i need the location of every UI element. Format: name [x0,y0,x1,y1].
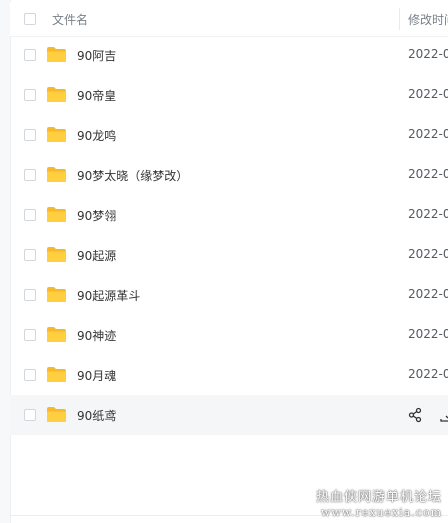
folder-icon [47,207,66,222]
file-name[interactable]: 90梦太晓（缘梦改） [77,167,188,184]
file-modified: 2022-0 [408,47,448,61]
file-name[interactable]: 90神迹 [77,327,116,344]
file-name[interactable]: 90梦翎 [77,207,116,224]
watermark: 热血侠网游单机论坛 www.rexuexia.com [316,486,442,519]
folder-icon [47,87,66,102]
file-row[interactable]: 90帝皇 2022-0 [10,75,448,115]
file-name[interactable]: 90月魂 [77,367,116,384]
row-checkbox[interactable] [24,129,36,141]
share-icon[interactable] [408,407,422,423]
row-checkbox[interactable] [24,249,36,261]
file-row[interactable]: 90神迹 2022-0 [10,315,448,355]
file-row[interactable]: 90阿吉 2022-0 [10,35,448,75]
file-name[interactable]: 90阿吉 [77,47,116,64]
row-checkbox[interactable] [24,329,36,341]
folder-icon [47,47,66,62]
file-list: 90阿吉 2022-0 90帝皇 2022-0 90龙鸣 2022-0 90梦太… [10,35,448,435]
file-name[interactable]: 90帝皇 [77,87,116,104]
file-row[interactable]: 90梦翎 2022-0 [10,195,448,235]
file-modified: 2022-0 [408,327,448,341]
row-checkbox[interactable] [24,289,36,301]
file-name[interactable]: 90纸鸢 [77,407,116,424]
column-divider[interactable] [399,8,400,30]
file-modified: 2022-0 [408,87,448,101]
row-checkbox[interactable] [24,169,36,181]
row-checkbox[interactable] [24,49,36,61]
folder-icon [47,247,66,262]
file-modified: 2022-0 [408,207,448,221]
row-checkbox[interactable] [24,369,36,381]
download-icon[interactable] [440,407,448,423]
file-row[interactable]: 90梦太晓（缘梦改） 2022-0 [10,155,448,195]
folder-icon [47,127,66,142]
watermark-title: 热血侠网游单机论坛 [315,490,442,505]
file-name[interactable]: 90龙鸣 [77,127,116,144]
folder-icon [47,167,66,182]
row-checkbox[interactable] [24,89,36,101]
file-name[interactable]: 90起源革斗 [77,287,140,304]
file-modified: 2022-0 [408,127,448,141]
watermark-url: www.rexuexia.com [321,506,442,519]
file-row-hovered[interactable]: 90纸鸢 [10,395,448,435]
file-name[interactable]: 90起源 [77,247,116,264]
file-row[interactable]: 90起源革斗 2022-0 [10,275,448,315]
file-modified: 2022-0 [408,247,448,261]
file-row[interactable]: 90月魂 2022-0 [10,355,448,395]
file-row[interactable]: 90起源 2022-0 [10,235,448,275]
select-all-checkbox[interactable] [24,13,36,25]
file-modified: 2022-0 [408,167,448,181]
folder-icon [47,407,66,422]
column-header-modified[interactable]: 修改时间 [408,11,448,28]
folder-icon [47,367,66,382]
folder-icon [47,327,66,342]
file-modified: 2022-0 [408,367,448,381]
file-row[interactable]: 90龙鸣 2022-0 [10,115,448,155]
folder-icon [47,287,66,302]
row-checkbox[interactable] [24,409,36,421]
file-modified: 2022-0 [408,287,448,301]
row-checkbox[interactable] [24,209,36,221]
file-list-header: 文件名 修改时间 [10,2,448,37]
column-header-name[interactable]: 文件名 [52,11,88,28]
